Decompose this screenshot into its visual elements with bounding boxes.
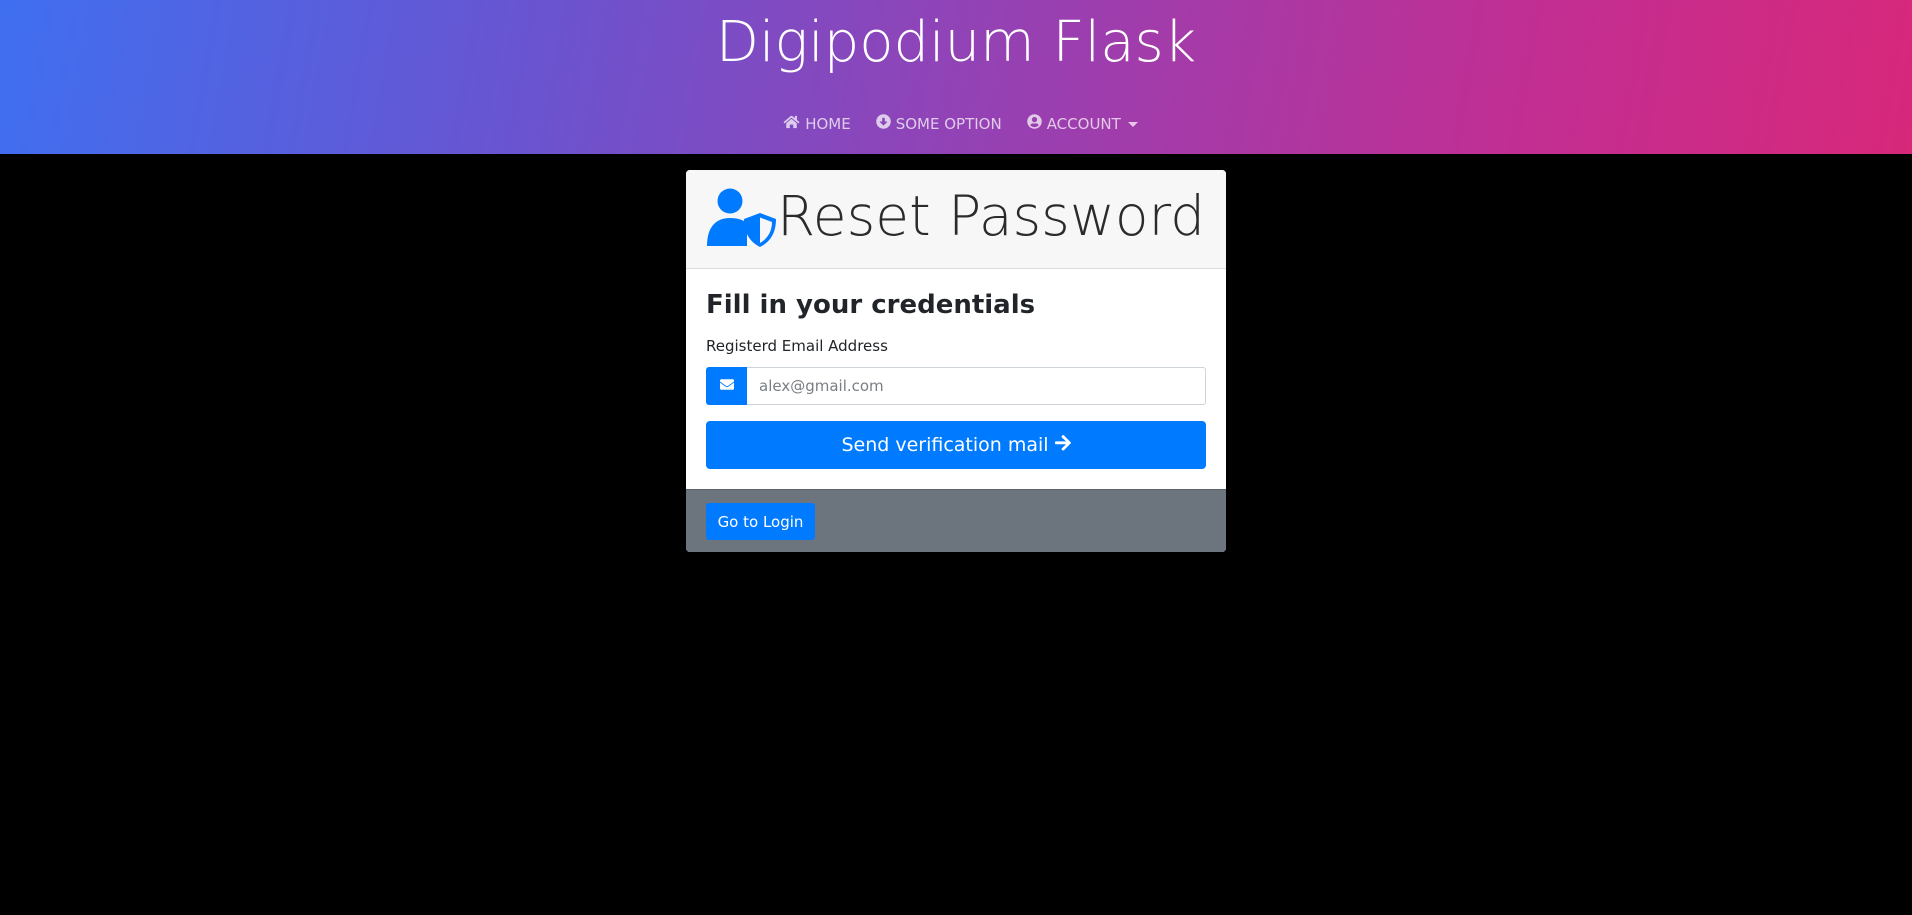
card-header: Reset Password xyxy=(686,170,1226,269)
card-footer: Go to Login xyxy=(686,489,1226,552)
download-circle-icon xyxy=(875,114,891,133)
email-input[interactable] xyxy=(747,367,1206,405)
nav-item-home[interactable]: HOME xyxy=(774,115,851,133)
nav-item-account[interactable]: ACCOUNT xyxy=(1018,114,1138,133)
reset-password-card: Reset Password Fill in your credentials … xyxy=(686,170,1226,552)
go-to-login-button[interactable]: Go to Login xyxy=(706,503,815,540)
nav-item-some-option[interactable]: SOME OPTION xyxy=(867,114,1002,133)
nav-item-account-label: ACCOUNT xyxy=(1046,114,1121,133)
arrow-right-icon xyxy=(1054,434,1071,456)
email-label: Registerd Email Address xyxy=(706,337,888,355)
nav-item-home-label: HOME xyxy=(805,114,851,133)
email-input-group xyxy=(706,367,1206,405)
send-verification-button[interactable]: Send verification mail xyxy=(706,421,1206,469)
user-circle-icon xyxy=(1026,114,1042,133)
envelope-icon xyxy=(719,377,734,395)
site-title: Digipodium Flask xyxy=(715,10,1197,75)
form-heading: Fill in your credentials xyxy=(706,290,1036,320)
send-button-label: Send verification mail xyxy=(841,434,1049,456)
top-header: Digipodium Flask HOME SOME OPTION ACCOUN… xyxy=(0,0,1912,154)
home-icon xyxy=(783,115,800,133)
email-input-addon xyxy=(706,367,747,405)
card-title: Reset Password xyxy=(777,184,1206,248)
user-shield-icon xyxy=(705,188,777,248)
main-nav: HOME SOME OPTION ACCOUNT xyxy=(0,114,1912,133)
nav-item-some-option-label: SOME OPTION xyxy=(895,114,1002,133)
chevron-down-icon xyxy=(1127,122,1138,127)
